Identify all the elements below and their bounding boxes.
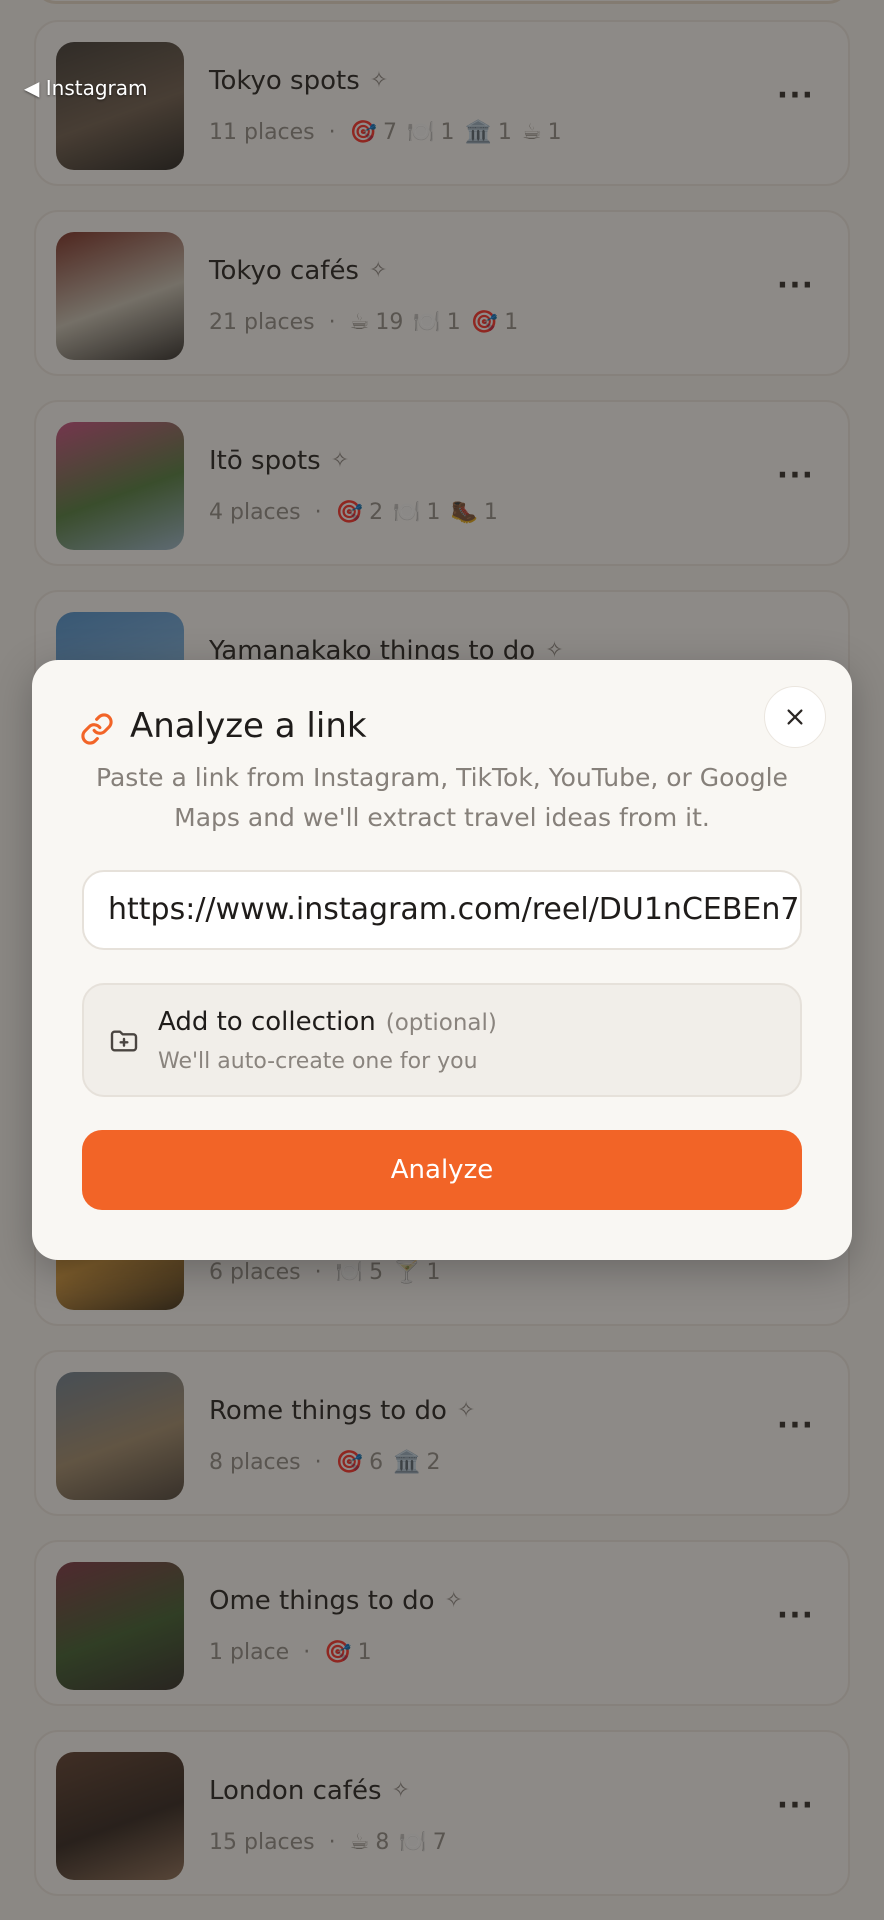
link-url-input[interactable]: https://www.instagram.com/reel/DU1nCEBEn… (82, 870, 802, 950)
back-to-instagram-link[interactable]: ◀ Instagram (24, 76, 148, 100)
close-icon (787, 709, 803, 725)
analyze-link-modal: Analyze a link Paste a link from Instagr… (32, 660, 852, 1260)
add-to-collection-selector[interactable]: Add to collection (optional) We'll auto-c… (82, 983, 802, 1097)
collection-label-text: Add to collection (158, 1007, 376, 1037)
collection-optional-tag: (optional) (385, 1010, 497, 1036)
modal-description: Paste a link from Instagram, TikTok, You… (96, 763, 788, 832)
modal-title: Analyze a link (130, 706, 367, 746)
collection-label: Add to collection (optional) (158, 1007, 497, 1037)
link-icon (81, 713, 113, 745)
folder-plus-icon (110, 1030, 138, 1052)
close-button[interactable] (764, 686, 826, 748)
analyze-button[interactable]: Analyze (82, 1130, 802, 1210)
collection-hint: We'll auto-create one for you (158, 1049, 478, 1074)
